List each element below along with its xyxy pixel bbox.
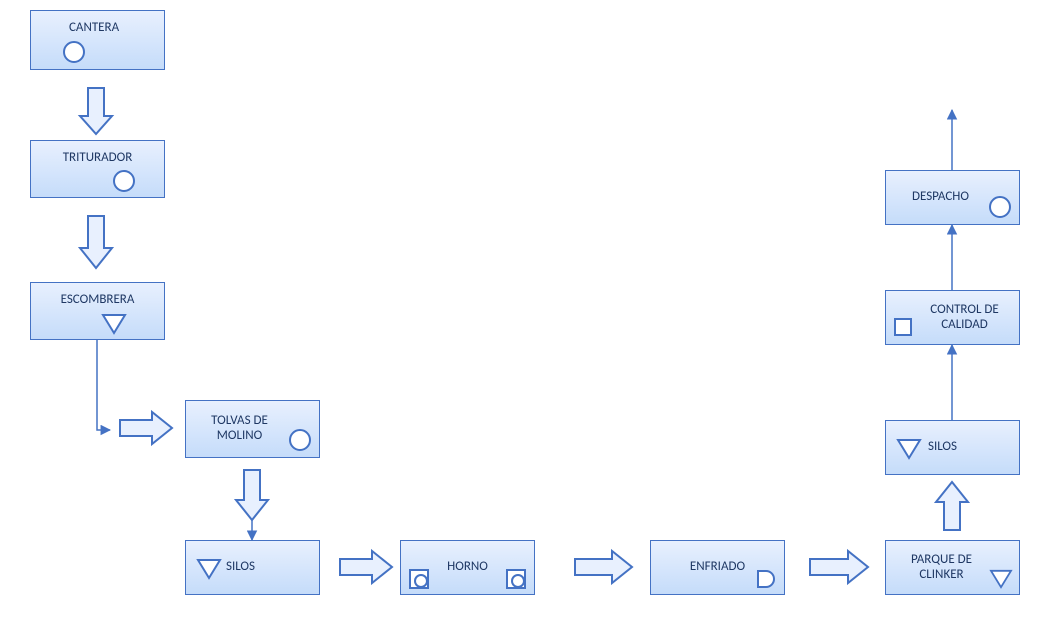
node-enfriado[interactable]: ENFRIADO [650,540,785,595]
circle-icon [989,196,1011,218]
node-label: ESCOMBRERA [61,293,135,308]
node-label: DESPACHO [912,190,969,205]
arrow-down-icon [236,470,268,520]
node-label: PARQUE DE CLINKER [892,553,991,583]
node-label: CONTROL DE CALIDAD [916,303,1013,333]
circle-icon [289,429,311,451]
node-horno[interactable]: HORNO [400,540,535,595]
arrow-right-icon [575,551,632,583]
circle-icon [113,170,135,192]
node-despacho[interactable]: DESPACHO [885,170,1020,225]
node-label: CANTERA [69,21,119,36]
node-label: TRITURADOR [63,151,133,166]
triangle-down-icon [196,558,222,580]
circle-icon [63,41,85,63]
square-icon [894,318,912,336]
node-triturador[interactable]: TRITURADOR [30,140,165,198]
machine-icon [506,569,526,589]
thin-connector [97,340,110,430]
arrow-right-icon [120,412,172,444]
triangle-down-icon [896,438,922,460]
arrow-right-icon [810,551,868,583]
node-silos-1[interactable]: SILOS [185,540,320,595]
node-tolvas[interactable]: TOLVAS DE MOLINO [185,400,320,458]
node-parque[interactable]: PARQUE DE CLINKER [885,540,1020,595]
arrow-down-icon [80,88,112,134]
d-shape-icon [756,569,776,589]
machine-icon [409,569,429,589]
arrow-right-icon [340,551,392,583]
node-escombrera[interactable]: ESCOMBRERA [30,282,165,340]
node-label: TOLVAS DE MOLINO [192,414,287,444]
node-control[interactable]: CONTROL DE CALIDAD [885,290,1020,345]
node-silos-2[interactable]: SILOS [885,420,1020,475]
arrow-up-icon [936,482,968,530]
node-label: SILOS [226,560,255,575]
triangle-down-icon [989,569,1013,589]
triangle-down-icon [101,313,127,335]
node-label: ENFRIADO [690,560,745,575]
node-cantera[interactable]: CANTERA [30,10,165,70]
node-label: SILOS [928,440,957,455]
arrow-down-icon [80,216,112,268]
node-label: HORNO [447,560,488,575]
